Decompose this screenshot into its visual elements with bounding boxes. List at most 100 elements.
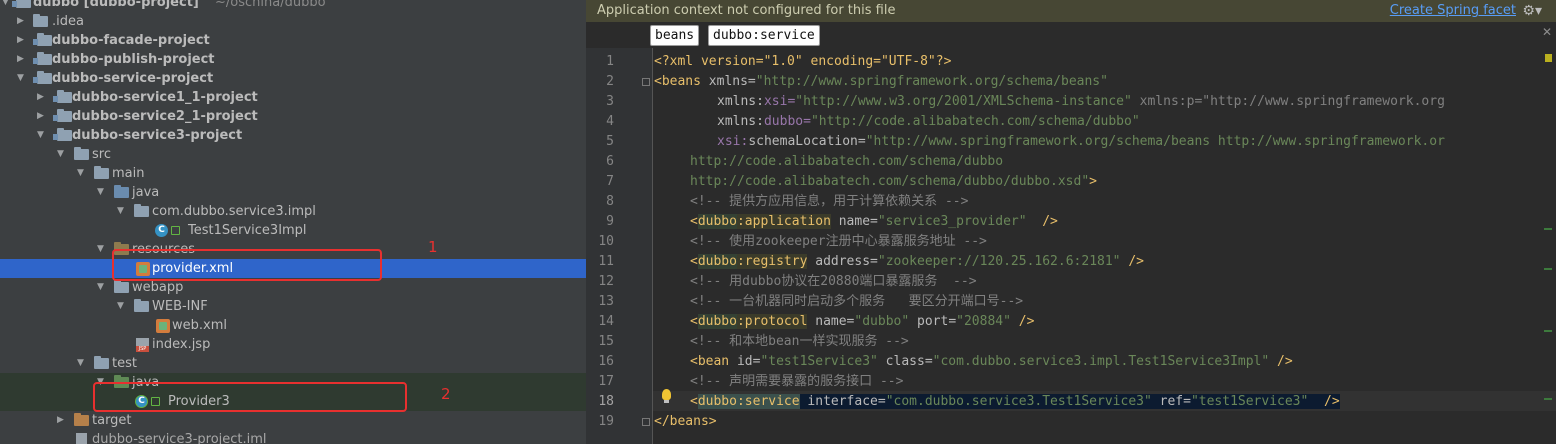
ns-prefix: xmlns: xyxy=(717,114,764,129)
code-line-16[interactable]: <bean id="test1Service3" class="com.dubb… xyxy=(690,352,1293,372)
tag-bracket: < xyxy=(690,314,698,329)
create-spring-facet-link[interactable]: Create Spring facet xyxy=(1390,0,1516,22)
attr-value: "http://www.w3.org/2001/XMLSchema-instan… xyxy=(795,94,1132,109)
chevron-right-icon[interactable]: ▶ xyxy=(57,411,67,430)
tree-row-service2[interactable]: ▶ dubbo-service2_1-project xyxy=(0,107,586,126)
attr-name-unused: xmlns:p= xyxy=(1131,94,1203,109)
line-number: 3 xyxy=(606,94,614,109)
attr-name: xmlns= xyxy=(700,74,756,89)
tree-row-service3[interactable]: ▼ dubbo-service3-project xyxy=(0,126,586,145)
code-line-5[interactable]: xsi:schemaLocation="http://www.springfra… xyxy=(717,132,1445,152)
tree-row-index-jsp[interactable]: index.jsp xyxy=(0,335,586,354)
code-line-15[interactable]: <!-- 和本地bean一样实现服务 --> xyxy=(690,332,909,352)
code-line-9[interactable]: <dubbo:application name="service3_provid… xyxy=(690,212,1058,232)
error-stripe-marker[interactable] xyxy=(1544,398,1552,400)
gear-icon[interactable]: ⚙▾ xyxy=(1522,0,1542,22)
module-folder-icon xyxy=(33,50,52,69)
tag-close: /> xyxy=(1026,214,1058,229)
chevron-right-icon[interactable]: ▶ xyxy=(17,31,27,50)
error-stripe-marker[interactable] xyxy=(1544,268,1552,270)
tree-row-target[interactable]: ▶ target xyxy=(0,411,586,430)
line-number: 1 xyxy=(606,54,614,69)
code-line-1[interactable]: <?xml version="1.0" encoding="UTF-8"?> xyxy=(654,52,951,72)
tree-row-idea[interactable]: ▶ .idea xyxy=(0,12,586,31)
attr-name: ref= xyxy=(1151,394,1191,409)
tree-row-publish[interactable]: ▶ dubbo-publish-project xyxy=(0,50,586,69)
tag-bracket: < xyxy=(690,394,698,409)
close-icon[interactable]: ✕ xyxy=(1542,25,1552,39)
breadcrumb-item-beans[interactable]: beans xyxy=(650,25,700,46)
tree-row-main[interactable]: ▼ main xyxy=(0,164,586,183)
code-line-10[interactable]: <!-- 使用zookeeper注册中心暴露服务地址 --> xyxy=(690,232,987,252)
tree-row-java-main[interactable]: ▼ java xyxy=(0,183,586,202)
chevron-right-icon[interactable]: ▶ xyxy=(37,88,47,107)
code-line-11[interactable]: <dubbo:registry address="zookeeper://120… xyxy=(690,252,1144,272)
fold-collapse-icon[interactable] xyxy=(642,418,650,426)
tree-row-impl-class[interactable]: C Test1Service3Impl xyxy=(0,221,586,240)
chevron-down-icon[interactable]: ▼ xyxy=(117,202,127,221)
fold-collapse-icon[interactable] xyxy=(642,78,650,86)
tree-row-test[interactable]: ▼ test xyxy=(0,354,586,373)
chevron-down-icon[interactable]: ▼ xyxy=(97,278,107,297)
folder-icon xyxy=(94,164,109,183)
code-line-4[interactable]: xmlns:dubbo="http://code.alibabatech.com… xyxy=(717,112,1140,132)
module-folder-icon xyxy=(33,69,52,88)
chevron-down-icon[interactable]: ▼ xyxy=(17,69,27,88)
breadcrumb-item-dubbo-service[interactable]: dubbo:service xyxy=(708,25,820,46)
project-tree[interactable]: ▼ dubbo [dubbo-project] ~/oschina/dubbo … xyxy=(0,0,586,444)
intention-bulb-icon[interactable] xyxy=(662,389,671,403)
chevron-right-icon[interactable]: ▶ xyxy=(17,50,27,69)
xml-editor[interactable]: Application context not configured for t… xyxy=(586,0,1556,444)
chevron-down-icon[interactable]: ▼ xyxy=(77,354,87,373)
tree-row-service1[interactable]: ▶ dubbo-service1_1-project xyxy=(0,88,586,107)
code-line-2[interactable]: <beans xmlns="http://www.springframework… xyxy=(654,72,1108,92)
tag-name: service xyxy=(744,394,800,409)
tree-row-root[interactable]: ▼ dubbo [dubbo-project] ~/oschina/dubbo xyxy=(0,0,586,12)
code-line-14[interactable]: <dubbo:protocol name="dubbo" port="20884… xyxy=(690,312,1034,332)
chevron-down-icon[interactable]: ▼ xyxy=(57,145,67,164)
chevron-down-icon[interactable]: ▼ xyxy=(97,240,107,259)
chevron-right-icon[interactable]: ▶ xyxy=(37,107,47,126)
chevron-down-icon[interactable]: ▼ xyxy=(97,183,107,202)
line-number: 6 xyxy=(606,154,614,169)
jsp-file-icon xyxy=(136,335,149,354)
tree-label: java xyxy=(132,185,160,200)
tree-row-webinf[interactable]: ▼ WEB-INF xyxy=(0,297,586,316)
line-number: 14 xyxy=(598,314,614,329)
code-line-12[interactable]: <!-- 用dubbo协议在20880端口暴露服务 --> xyxy=(690,272,977,292)
attr-value: "service3_provider" xyxy=(877,214,1027,229)
tree-row-facade[interactable]: ▶ dubbo-facade-project xyxy=(0,31,586,50)
error-stripe-marker[interactable] xyxy=(1545,54,1552,62)
module-folder-icon xyxy=(53,88,72,107)
tree-row-package[interactable]: ▼ com.dubbo.service3.impl xyxy=(0,202,586,221)
tree-label: dubbo [dubbo-project] xyxy=(33,0,199,10)
chevron-right-icon[interactable]: ▶ xyxy=(17,12,27,31)
chevron-down-icon[interactable]: ▼ xyxy=(2,0,12,12)
tree-row-iml[interactable]: dubbo-service3-project.iml xyxy=(0,430,586,444)
tree-label: dubbo-service-project xyxy=(52,71,214,86)
tree-row-service[interactable]: ▼ dubbo-service-project xyxy=(0,69,586,88)
code-line-6[interactable]: http://code.alibabatech.com/schema/dubbo xyxy=(690,152,1003,172)
code-line-7[interactable]: http://code.alibabatech.com/schema/dubbo… xyxy=(690,172,1097,192)
code-line-19[interactable]: </beans> xyxy=(654,412,717,432)
code-line-18[interactable]: <dubbo:service interface="com.dubbo.serv… xyxy=(690,392,1340,412)
code-line-3[interactable]: xmlns:xsi="http://www.w3.org/2001/XMLSch… xyxy=(717,92,1445,112)
tree-label: main xyxy=(112,166,145,181)
attr-name: address= xyxy=(807,254,878,269)
tree-row-src[interactable]: ▼ src xyxy=(0,145,586,164)
ns-prefix: xmlns: xyxy=(717,94,764,109)
code-line-8[interactable]: <!-- 提供方应用信息，用于计算依赖关系 --> xyxy=(690,192,968,212)
ns-prefix: dubbo xyxy=(697,394,737,409)
package-icon xyxy=(134,202,149,221)
tag-close: /> xyxy=(1269,354,1293,369)
error-stripe-marker[interactable] xyxy=(1544,228,1552,230)
line-number: 15 xyxy=(598,334,614,349)
chevron-down-icon[interactable]: ▼ xyxy=(77,164,87,183)
error-stripe-marker[interactable] xyxy=(1544,330,1552,332)
tree-row-web-xml[interactable]: web.xml xyxy=(0,316,586,335)
tag-close: </beans> xyxy=(654,414,717,429)
code-line-17[interactable]: <!-- 声明需要暴露的服务接口 --> xyxy=(690,372,903,392)
code-line-13[interactable]: <!-- 一台机器同时启动多个服务 要区分开端口号--> xyxy=(690,292,1023,312)
chevron-down-icon[interactable]: ▼ xyxy=(117,297,127,316)
chevron-down-icon[interactable]: ▼ xyxy=(37,126,47,145)
